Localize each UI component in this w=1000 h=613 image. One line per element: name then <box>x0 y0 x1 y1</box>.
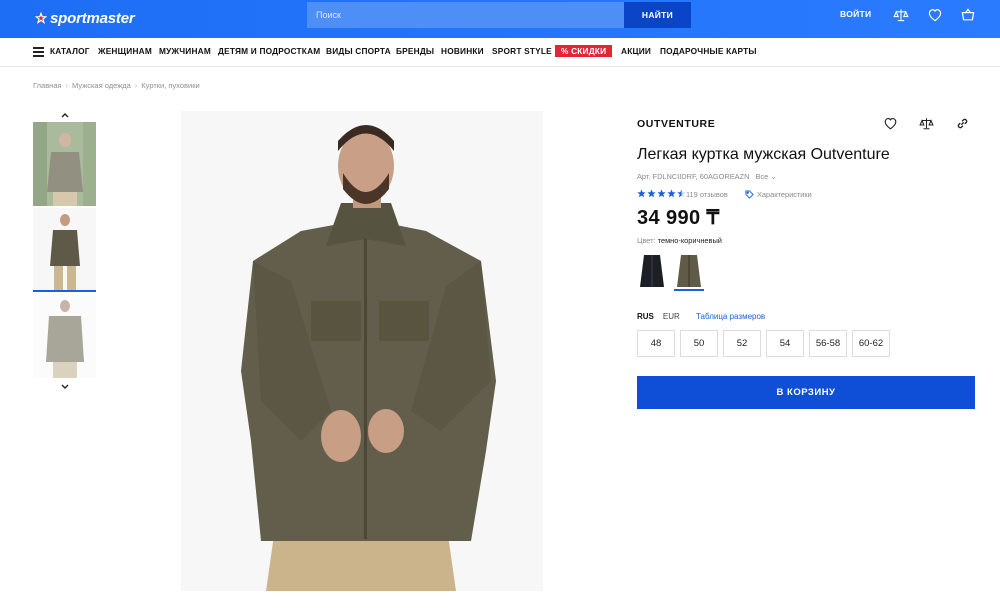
article-all-toggle[interactable]: Все <box>756 172 769 181</box>
product-brand[interactable]: OUTVENTURE <box>637 118 715 130</box>
color-info: Цвет: темно-коричневый <box>637 236 722 245</box>
top-header: sportmaster НАЙТИ ВОЙТИ <box>0 0 1000 38</box>
nav-item-sports[interactable]: ВИДЫ СПОРТА <box>326 46 391 56</box>
jacket-model-image <box>181 111 543 591</box>
color-value: темно-коричневый <box>657 236 722 245</box>
specs-label: Характеристики <box>757 190 812 199</box>
tag-icon <box>745 190 754 199</box>
nav-item-women[interactable]: ЖЕНЩИНАМ <box>98 46 152 56</box>
nav-item-sport-style[interactable]: SPORT STYLE <box>492 46 552 56</box>
product-article: Арт. FDLNCIIDRF, 60AGOREAZN Все ⌄ <box>637 172 777 181</box>
reviews-link[interactable]: 119 отзывов <box>686 190 728 199</box>
login-link[interactable]: ВОЙТИ <box>840 9 871 19</box>
favorite-heart-icon[interactable] <box>883 116 898 131</box>
thumb-up-arrow-icon[interactable] <box>58 110 72 120</box>
nav-item-men[interactable]: МУЖЧИНАМ <box>159 46 211 56</box>
compare-product-icon[interactable] <box>919 116 934 131</box>
nav-item-new[interactable]: НОВИНКИ <box>441 46 484 56</box>
thumbnail-1[interactable] <box>33 122 96 206</box>
breadcrumb-jackets[interactable]: Куртки, пуховики <box>141 81 199 90</box>
menu-icon[interactable] <box>33 47 44 57</box>
star-full-icon <box>637 189 646 198</box>
olive-jacket-thumb <box>674 251 704 289</box>
color-swatch-black[interactable] <box>637 251 667 291</box>
size-system-tabs: RUS EUR <box>637 312 680 321</box>
cart-icon[interactable] <box>960 7 976 23</box>
size-system-rus[interactable]: RUS <box>637 312 654 321</box>
star-full-icon <box>657 189 666 198</box>
nav-item-kids[interactable]: ДЕТЯМ И ПОДРОСТКАМ <box>218 46 320 56</box>
thumbnail-3[interactable] <box>33 294 96 378</box>
nav-item-catalog[interactable]: КАТАЛОГ <box>50 46 90 56</box>
size-button-54[interactable]: 54 <box>766 330 804 357</box>
breadcrumb-separator-icon: › <box>134 81 138 90</box>
thumbnail-back-photo <box>33 294 96 378</box>
star-full-icon <box>647 189 656 198</box>
add-to-cart-button[interactable]: В КОРЗИНУ <box>637 376 975 409</box>
main-product-photo[interactable] <box>181 111 543 591</box>
thumbnail-2[interactable] <box>33 208 96 292</box>
heart-icon[interactable] <box>927 7 943 23</box>
logo-star-icon <box>34 11 48 24</box>
size-button-56-58[interactable]: 56-58 <box>809 330 847 357</box>
thumbnail-front-photo <box>33 208 96 290</box>
breadcrumb-mens-clothing[interactable]: Мужская одежда <box>72 81 131 90</box>
nav-item-sale[interactable]: % СКИДКИ <box>555 45 612 57</box>
share-link-icon[interactable] <box>955 116 970 131</box>
nav-item-promos[interactable]: АКЦИИ <box>621 46 651 56</box>
breadcrumb-separator-icon: › <box>65 81 69 90</box>
product-price: 34 990 ₸ <box>637 207 720 229</box>
product-title: Легкая куртка мужская Outventure <box>637 146 890 163</box>
size-table-link[interactable]: Таблица размеров <box>696 312 765 321</box>
logo-text: sportmaster <box>50 9 135 27</box>
star-full-icon <box>667 189 676 198</box>
breadcrumb-home[interactable]: Главная <box>33 81 62 90</box>
star-half-icon <box>677 189 686 198</box>
size-button-60-62[interactable]: 60-62 <box>852 330 890 357</box>
search-input[interactable] <box>307 2 624 28</box>
article-number: Арт. FDLNCIIDRF, 60AGOREAZN <box>637 172 750 181</box>
sportmaster-logo[interactable]: sportmaster <box>34 7 135 29</box>
chevron-down-icon[interactable]: ⌄ <box>770 172 776 181</box>
size-button-48[interactable]: 48 <box>637 330 675 357</box>
thumbnail-forest-photo <box>33 122 96 206</box>
search-button[interactable]: НАЙТИ <box>624 2 691 28</box>
breadcrumb: Главная › Мужская одежда › Куртки, пухов… <box>33 81 200 90</box>
color-swatch-olive[interactable] <box>674 251 704 291</box>
nav-item-brands[interactable]: БРЕНДЫ <box>396 46 434 56</box>
size-system-eur[interactable]: EUR <box>663 312 680 321</box>
thumb-down-arrow-icon[interactable] <box>58 382 72 392</box>
black-jacket-thumb <box>637 251 667 291</box>
rating-stars <box>637 189 686 198</box>
specs-link[interactable]: Характеристики <box>745 190 812 199</box>
compare-icon[interactable] <box>893 7 909 23</box>
color-label: Цвет: <box>637 236 656 245</box>
nav-item-gift-cards[interactable]: ПОДАРОЧНЫЕ КАРТЫ <box>660 46 757 56</box>
size-button-50[interactable]: 50 <box>680 330 718 357</box>
size-button-52[interactable]: 52 <box>723 330 761 357</box>
